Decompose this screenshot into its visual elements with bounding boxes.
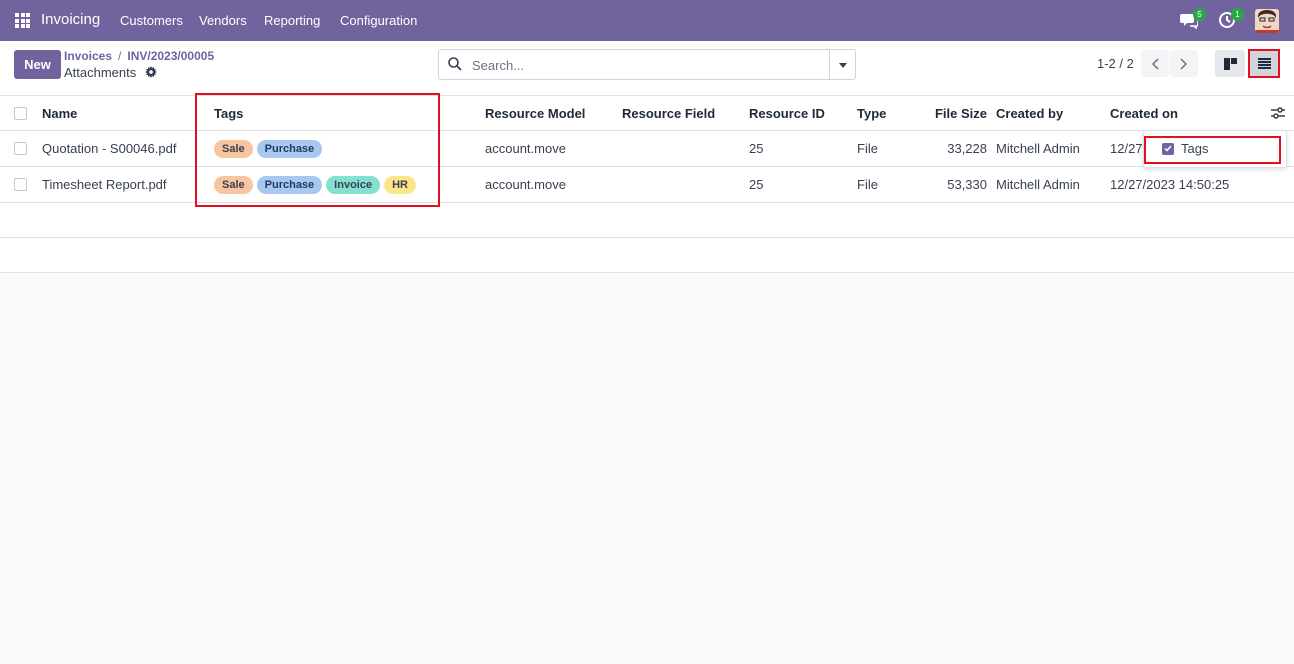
optional-columns-toggle-icon[interactable] [1271,96,1285,130]
pager-previous-button[interactable] [1141,50,1169,77]
column-header-resource-id[interactable]: Resource ID [749,96,825,130]
search-input[interactable]: Search... [438,49,830,80]
search-icon [448,57,462,71]
menu-vendors[interactable]: Vendors [199,13,247,28]
row-created-on[interactable]: 12/27/2023 14:50:25 [1110,167,1229,202]
row-created-by[interactable]: Mitchell Admin [996,167,1080,202]
column-header-resource-model[interactable]: Resource Model [485,96,585,130]
menu-reporting[interactable]: Reporting [264,13,320,28]
column-header-created-on[interactable]: Created on [1110,96,1178,130]
kanban-icon [1223,57,1237,70]
chat-icon[interactable]: 5 [1180,8,1206,31]
tags-column-highlight [195,93,440,207]
breadcrumb-invoices[interactable]: Invoices [64,49,112,63]
gear-icon[interactable] [145,66,157,81]
optional-tags-highlight [1144,136,1281,164]
row-checkbox[interactable] [14,142,27,155]
apps-grid-icon[interactable] [15,13,30,28]
row-file-size[interactable]: 53,330 [900,167,987,202]
row-type[interactable]: File [857,167,878,202]
new-button[interactable]: New [14,50,61,79]
select-all-checkbox[interactable] [14,106,27,120]
row-created-on[interactable]: 12/27 [1110,131,1143,166]
pager-next-button[interactable] [1170,50,1198,77]
chat-count-badge: 5 [1193,8,1206,21]
column-header-resource-field[interactable]: Resource Field [622,96,715,130]
row-name[interactable]: Quotation - S00046.pdf [42,131,176,166]
row-name[interactable]: Timesheet Report.pdf [42,167,167,202]
chevron-left-icon [1151,57,1159,70]
control-panel: New Invoices / INV/2023/00005 Attachments … [0,41,1294,96]
kanban-view-button[interactable] [1215,50,1245,77]
column-header-created-by[interactable]: Created by [996,96,1063,130]
empty-row [0,238,1294,273]
row-created-by[interactable]: Mitchell Admin [996,131,1080,166]
pager-value[interactable]: 1-2 / 2 [1097,56,1134,71]
page-title: Attachments [64,65,137,80]
row-checkbox[interactable] [14,178,27,191]
row-resource-model[interactable]: account.move [485,131,566,166]
menu-configuration[interactable]: Configuration [340,13,417,28]
user-avatar[interactable] [1255,9,1279,33]
search-options-toggle[interactable] [829,49,856,80]
row-resource-id[interactable]: 25 [749,167,763,202]
caret-down-icon [839,63,847,68]
breadcrumb-invoice-record[interactable]: INV/2023/00005 [127,49,214,63]
list-view-highlight [1248,49,1280,78]
row-resource-id[interactable]: 25 [749,131,763,166]
column-header-type[interactable]: Type [857,96,886,130]
search-placeholder: Search... [472,58,525,73]
chevron-right-icon [1180,57,1188,70]
column-header-file-size[interactable]: File Size [900,96,987,130]
activity-count-badge: 1 [1231,8,1244,21]
activity-clock-icon[interactable]: 1 [1218,8,1244,31]
row-type[interactable]: File [857,131,878,166]
menu-customers[interactable]: Customers [120,13,183,28]
app-brand[interactable]: Invoicing [41,11,100,28]
row-file-size[interactable]: 33,228 [900,131,987,166]
top-navbar: Invoicing Customers Vendors Reporting Co… [0,0,1294,41]
row-resource-model[interactable]: account.move [485,167,566,202]
column-header-name[interactable]: Name [42,96,77,130]
breadcrumb: Invoices / INV/2023/00005 [64,49,215,63]
empty-row [0,203,1294,238]
